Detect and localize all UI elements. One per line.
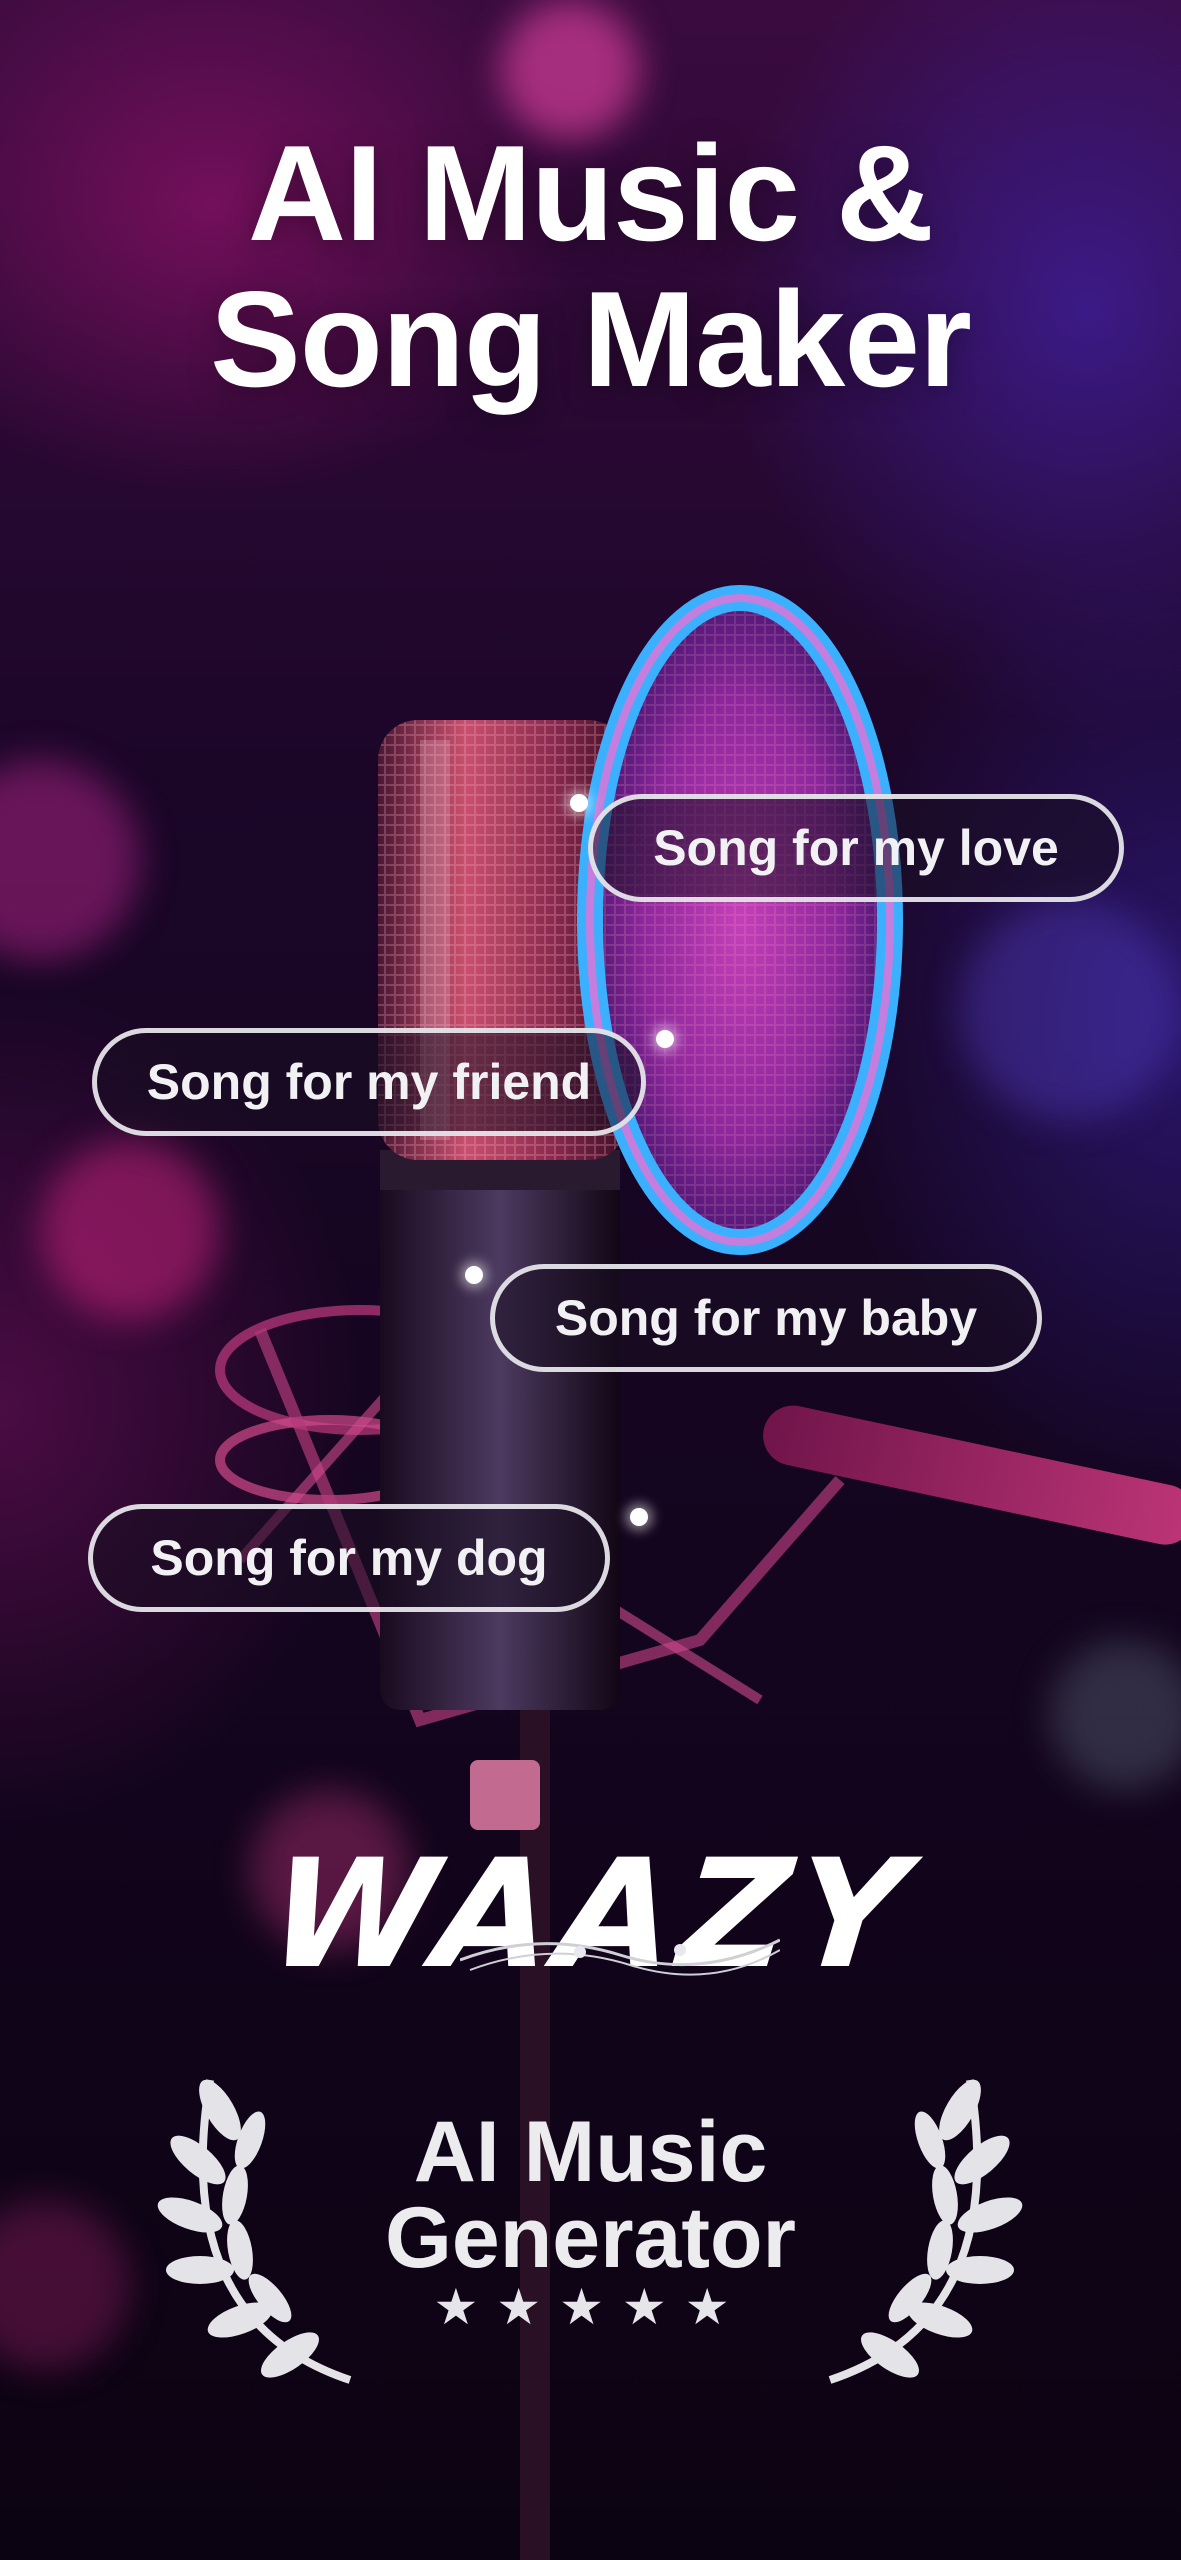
prompt-chip-love[interactable]: Song for my love bbox=[588, 794, 1124, 902]
prompt-chip-label: Song for my dog bbox=[150, 1530, 548, 1586]
prompt-chip-dog[interactable]: Song for my dog bbox=[88, 1504, 610, 1612]
award-title-line-1: AI Music bbox=[413, 2104, 768, 2200]
headline: AI Music & Song Maker bbox=[0, 120, 1181, 412]
prompt-chip-label: Song for my friend bbox=[146, 1054, 592, 1110]
headline-line-1: AI Music & bbox=[247, 117, 934, 269]
rating-stars: ★★★★★ bbox=[433, 2279, 748, 2335]
anchor-dot bbox=[630, 1508, 648, 1526]
anchor-dot bbox=[656, 1030, 674, 1048]
award-title-line-2: Generator bbox=[384, 2190, 797, 2286]
prompt-chip-label: Song for my love bbox=[653, 820, 1059, 876]
anchor-dot bbox=[465, 1266, 483, 1284]
prompt-chip-friend[interactable]: Song for my friend bbox=[92, 1028, 646, 1136]
prompt-chip-baby[interactable]: Song for my baby bbox=[490, 1264, 1042, 1372]
anchor-dot bbox=[570, 794, 588, 812]
headline-line-2: Song Maker bbox=[210, 263, 972, 415]
prompt-chip-label: Song for my baby bbox=[554, 1290, 978, 1346]
music-notes-icon bbox=[460, 1938, 780, 1976]
